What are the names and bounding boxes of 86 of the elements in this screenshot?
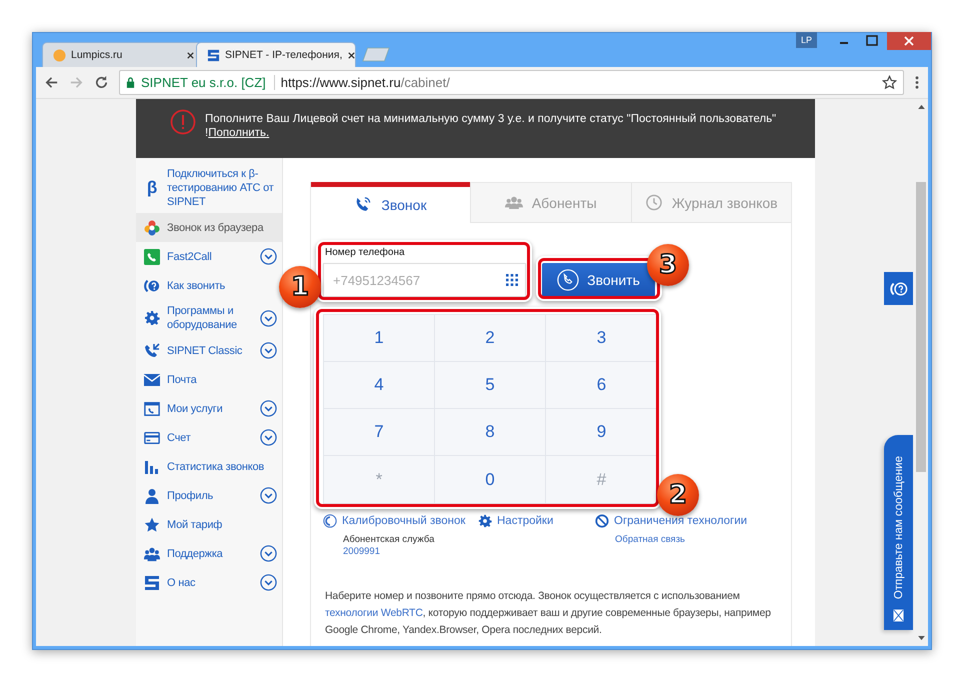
notice-mark: ! xyxy=(205,127,208,139)
logo-icon xyxy=(207,48,220,62)
phone-icon xyxy=(323,514,337,528)
sidebar-item[interactable]: Счет xyxy=(136,423,282,452)
sidebar-item[interactable]: Программы и оборудование xyxy=(136,300,282,336)
sidebar-item[interactable]: Fast2Call xyxy=(136,242,282,271)
back-icon[interactable] xyxy=(44,75,59,90)
sidebar-item[interactable]: Мои услуги xyxy=(136,394,282,423)
reload-icon[interactable] xyxy=(94,75,109,90)
sidebar-item[interactable]: Мой тариф xyxy=(136,510,282,539)
keypad-key[interactable]: 1 xyxy=(324,315,435,362)
credit-card-icon xyxy=(144,430,160,446)
phone-icon xyxy=(144,248,160,264)
people-icon xyxy=(144,546,160,562)
profile-badge[interactable]: LP xyxy=(796,32,817,48)
phone-icon xyxy=(354,196,372,213)
people-icon xyxy=(504,194,523,211)
sidebar-item[interactable]: β Подключиться к β-тестированию АТС от SIPNET xyxy=(136,163,282,213)
feedback-tab[interactable]: Отправьте нам сообщение xyxy=(884,435,913,630)
keypad-key[interactable]: 7 xyxy=(324,409,435,456)
security-label: SIPNET eu s.r.o. [CZ] xyxy=(141,75,275,90)
favicon-icon xyxy=(53,48,66,62)
top-up-link[interactable]: Пополнить. xyxy=(208,127,270,139)
keypad-icon[interactable] xyxy=(506,274,518,286)
sidebar-item[interactable]: Почта xyxy=(136,365,282,394)
close-icon[interactable] xyxy=(186,50,195,60)
link[interactable]: Обратная связь xyxy=(615,534,685,546)
keypad-key[interactable]: 2 xyxy=(435,315,546,362)
expand-icon[interactable] xyxy=(260,248,277,265)
note-text: Абонентская служба xyxy=(343,534,434,546)
sidebar-item[interactable]: Поддержка xyxy=(136,539,282,568)
link[interactable]: 2009991 xyxy=(343,546,380,558)
expand-icon[interactable] xyxy=(260,342,277,359)
forbidden-icon xyxy=(595,514,609,528)
logo-icon xyxy=(144,574,160,590)
field-label: Номер телефона xyxy=(324,247,406,259)
warning-icon xyxy=(170,109,196,135)
sidebar-item[interactable]: Статистика звонков xyxy=(136,452,282,481)
expand-icon[interactable] xyxy=(260,310,277,326)
scroll-down-icon[interactable] xyxy=(918,636,924,641)
description-text: Наберите номер и позвоните прямо отсюда. Звонок осуществляется с использованием технологии WebRTC, которую поддерживает ваш и другие современные браузеры, например Google Chrome, Yandex.Browser, Opera последних версий. xyxy=(325,589,772,638)
phone-question-icon xyxy=(144,278,160,294)
link[interactable]: Ограничения технологии xyxy=(595,513,748,529)
clock-icon xyxy=(644,194,663,211)
envelope-icon xyxy=(893,609,904,622)
star-icon[interactable] xyxy=(882,75,897,90)
person-icon xyxy=(144,488,160,504)
link[interactable]: Калибровочный звонок xyxy=(323,513,466,529)
beta-icon: β xyxy=(146,181,158,195)
keypad-key[interactable]: 5 xyxy=(435,362,546,409)
notice-text: Пополните Ваш Лицевой счет на минимальную сумму 3 у.е. и получите статус "Постоянный пользователь" xyxy=(205,113,776,125)
gear-icon xyxy=(478,514,492,528)
expand-icon[interactable] xyxy=(260,429,277,446)
flower-icon xyxy=(144,220,160,236)
phone-number-field[interactable]: +74951234567 xyxy=(323,263,526,297)
gear-icon xyxy=(144,310,160,326)
sidebar-item[interactable]: Профиль xyxy=(136,481,282,510)
expand-icon[interactable] xyxy=(260,545,277,562)
help-tab[interactable] xyxy=(884,272,913,305)
url-text: https://www.sipnet.ru/cabinet/ xyxy=(280,75,451,90)
sidebar-item[interactable]: О нас xyxy=(136,568,282,597)
expand-icon[interactable] xyxy=(260,574,277,591)
menu-icon[interactable] xyxy=(914,75,920,90)
lock-icon xyxy=(126,77,135,88)
close-icon[interactable] xyxy=(347,50,356,60)
link[interactable]: Настройки xyxy=(478,513,554,529)
phone-icon xyxy=(557,269,580,291)
phone-question-icon xyxy=(888,280,908,296)
keypad-key[interactable]: 4 xyxy=(324,362,435,409)
sidebar-item[interactable]: SIPNET Classic xyxy=(136,336,282,365)
address-bar[interactable]: SIPNET eu s.r.o. [CZ] https://www.sipnet.ru/cabinet/ xyxy=(119,70,904,95)
expand-icon[interactable] xyxy=(260,400,277,417)
scroll-thumb[interactable] xyxy=(916,182,926,472)
window-phone-icon xyxy=(144,400,160,416)
phone-icon xyxy=(144,342,160,358)
envelope-icon xyxy=(144,372,160,388)
webrtc-link[interactable]: технологии WebRTC xyxy=(325,607,423,619)
star-icon xyxy=(144,516,160,532)
expand-icon[interactable] xyxy=(260,487,277,504)
keypad-key[interactable]: 8 xyxy=(435,409,546,456)
bar-chart-icon xyxy=(144,458,160,474)
sidebar-item[interactable]: Как звонить xyxy=(136,271,282,300)
scroll-up-icon[interactable] xyxy=(918,104,924,109)
browser-tab[interactable]: SIPNET - IP-телефония, xyxy=(196,42,356,67)
call-button[interactable]: Звонить xyxy=(542,263,655,297)
sidebar-item[interactable]: Звонок из браузера xyxy=(136,213,282,242)
